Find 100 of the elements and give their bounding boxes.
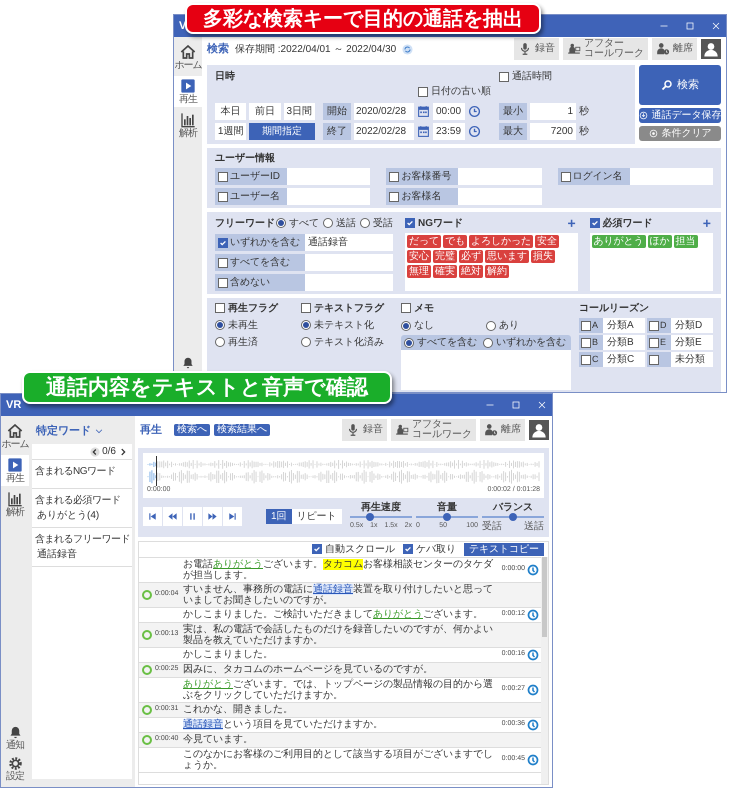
time-field[interactable]: 23:59 <box>433 123 465 140</box>
sidebar-item[interactable]: 設定 <box>1 755 29 783</box>
word-tag[interactable]: 解約 <box>485 265 509 278</box>
toolbar-button[interactable]: 録音 <box>342 419 387 441</box>
sidebar-item[interactable]: 再生 <box>174 76 202 107</box>
checkbox[interactable] <box>301 303 311 313</box>
radio-button[interactable] <box>301 337 311 347</box>
toolbar-button[interactable]: 録音 <box>514 38 559 60</box>
word-tag[interactable]: 絶対 <box>459 265 483 278</box>
radio-button[interactable] <box>486 320 496 330</box>
input-field[interactable] <box>305 254 393 271</box>
slider-track[interactable] <box>350 516 412 518</box>
fast-forward-button[interactable] <box>203 507 222 526</box>
slider-thumb[interactable] <box>443 512 451 521</box>
add-button[interactable]: + <box>565 216 578 230</box>
word-tag[interactable]: 安全 <box>535 235 559 248</box>
rewind-button[interactable] <box>163 507 182 526</box>
word-tag[interactable]: 完璧 <box>433 250 457 263</box>
checkbox[interactable] <box>389 172 400 182</box>
user-icon[interactable] <box>701 39 721 59</box>
checkbox[interactable] <box>405 218 415 228</box>
radio-button[interactable] <box>215 337 225 347</box>
close-icon[interactable] <box>710 20 722 32</box>
checkbox[interactable] <box>581 338 591 348</box>
checkbox[interactable] <box>499 72 509 82</box>
checkbox[interactable] <box>403 544 413 554</box>
toolbar-button[interactable]: 離席 <box>652 38 697 60</box>
checkbox[interactable] <box>401 303 411 313</box>
refresh-icon[interactable] <box>402 44 414 54</box>
toolbar-button[interactable]: アフター コールワーク <box>563 38 648 60</box>
clear-button[interactable]: 条件クリア <box>639 126 721 141</box>
radio-button[interactable] <box>404 338 414 348</box>
chevron-left-icon[interactable] <box>90 446 100 456</box>
skip-back-button[interactable] <box>143 507 162 526</box>
checkbox[interactable] <box>218 192 228 202</box>
add-button[interactable]: + <box>700 216 713 230</box>
radio-button[interactable] <box>483 338 493 348</box>
sidebar-item[interactable]: ホーム <box>1 421 29 452</box>
maximize-icon[interactable] <box>510 399 522 411</box>
sidebar-item[interactable]: ホーム <box>174 42 202 73</box>
range-button[interactable]: 前日 <box>249 103 281 120</box>
input-field[interactable] <box>287 188 370 205</box>
radio-button[interactable] <box>215 320 225 330</box>
date-field[interactable]: 2022/02/28 <box>354 123 414 140</box>
slider-thumb[interactable] <box>366 512 374 521</box>
checkbox[interactable] <box>581 320 591 330</box>
word-tag[interactable]: 思います <box>485 250 529 263</box>
toolbar-button[interactable]: 離席 <box>480 419 525 441</box>
slider-track[interactable] <box>416 516 478 518</box>
checkbox[interactable] <box>218 238 228 248</box>
copy-button[interactable]: テキストコピー <box>464 542 544 556</box>
checkbox[interactable] <box>581 354 591 364</box>
pause-button[interactable] <box>183 507 202 526</box>
search-button[interactable]: 検索 <box>639 65 721 105</box>
input-field[interactable]: 通話録音 <box>305 234 393 251</box>
checkbox[interactable] <box>218 278 228 288</box>
input-field[interactable] <box>305 274 393 291</box>
radio-button[interactable] <box>360 218 370 228</box>
range-button[interactable]: 3日間 <box>284 103 315 120</box>
toolbar-button[interactable]: アフター コールワーク <box>391 419 476 441</box>
input-field[interactable] <box>458 168 542 185</box>
word-tag[interactable]: 必ず <box>459 250 483 263</box>
input-field[interactable] <box>287 168 370 185</box>
radio-button[interactable] <box>323 218 333 228</box>
checkbox[interactable] <box>590 218 600 228</box>
user-icon[interactable] <box>529 420 549 440</box>
memo-field[interactable] <box>401 350 571 390</box>
radio-button[interactable] <box>301 320 311 330</box>
checkbox[interactable] <box>560 172 571 182</box>
repeat-toggle[interactable]: 1回 <box>266 509 292 524</box>
number-field[interactable]: 1 <box>530 103 576 120</box>
checkbox[interactable] <box>389 192 400 202</box>
checkbox[interactable] <box>215 303 225 313</box>
range-button[interactable]: 本日 <box>215 103 246 120</box>
slider-thumb[interactable] <box>509 512 517 520</box>
sidebar-item[interactable]: 通知 <box>1 724 29 752</box>
checkbox[interactable] <box>218 172 228 182</box>
checkbox[interactable] <box>312 544 322 554</box>
checkbox[interactable] <box>649 320 659 330</box>
checkbox[interactable] <box>418 86 428 96</box>
number-field[interactable]: 7200 <box>530 123 576 140</box>
link-button[interactable]: 検索へ <box>174 424 210 436</box>
range-button[interactable]: 1週間 <box>215 123 246 140</box>
maximize-icon[interactable] <box>684 20 696 32</box>
word-tag[interactable]: 損失 <box>531 250 555 263</box>
time-field[interactable]: 00:00 <box>433 103 465 120</box>
word-tag[interactable]: 確実 <box>433 265 457 278</box>
sidebar-item[interactable]: 解析 <box>174 110 202 141</box>
repeat-toggle[interactable]: リピート <box>292 509 342 524</box>
word-tag[interactable]: だって <box>407 235 441 248</box>
word-tag[interactable]: 無理 <box>407 265 431 278</box>
radio-button[interactable] <box>401 320 411 330</box>
link-button[interactable]: 検索結果へ <box>214 424 270 436</box>
input-field[interactable] <box>630 168 713 185</box>
sidebar-item[interactable]: 解析 <box>1 489 29 520</box>
close-icon[interactable] <box>536 399 548 411</box>
scrollbar[interactable] <box>541 556 548 784</box>
word-tag[interactable]: よろしかった <box>469 235 533 248</box>
range-button[interactable]: 期間指定 <box>249 123 315 140</box>
skip-forward-button[interactable] <box>223 507 242 526</box>
